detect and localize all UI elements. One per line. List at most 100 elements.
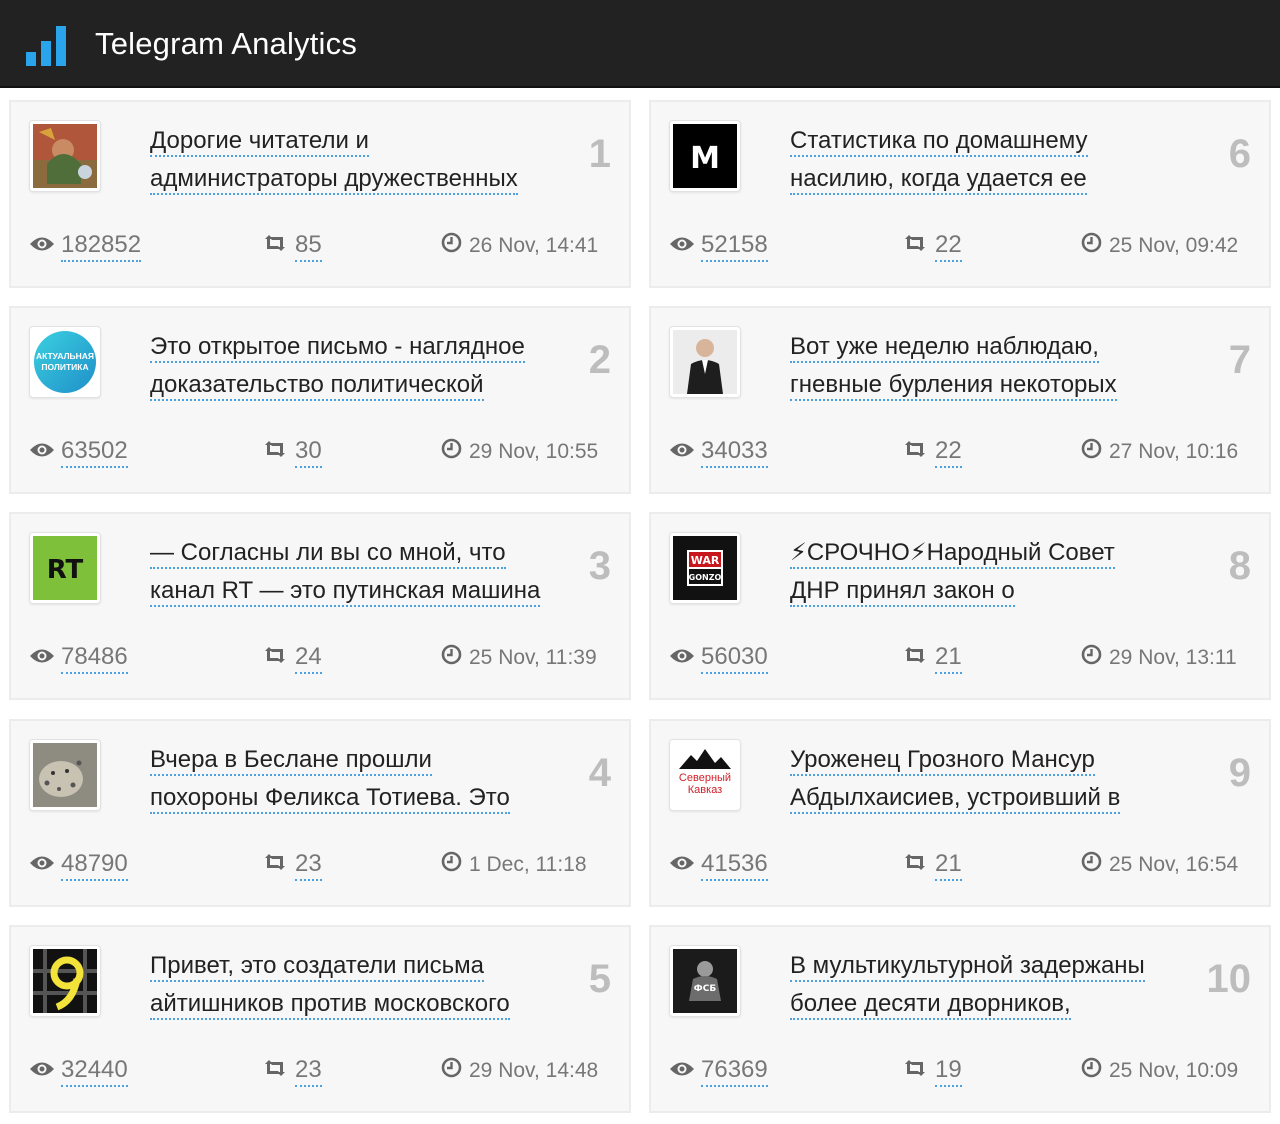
post-card[interactable]: Северный Кавказ Уроженец Грозного Мансур… xyxy=(649,719,1271,907)
shares-count[interactable]: 24 xyxy=(295,642,322,674)
post-title-link[interactable]: Дорогие читатели и администраторы дружес… xyxy=(150,122,570,197)
eye-icon xyxy=(29,1057,55,1085)
post-card[interactable]: RT — Согласны ли вы со мной, что канал R… xyxy=(9,512,631,700)
eye-icon xyxy=(669,1057,695,1085)
channel-avatar[interactable] xyxy=(29,120,101,192)
post-title-line-1[interactable]: Вчера в Беслане прошли xyxy=(150,746,432,776)
post-title-line-1[interactable]: Это открытое письмо - наглядное xyxy=(150,333,525,363)
post-title-line-2[interactable]: ДНР принял закон о xyxy=(790,576,1015,607)
post-title-link[interactable]: Вот уже неделю наблюдаю, гневные бурлени… xyxy=(790,328,1210,403)
post-title-line-2[interactable]: насилию, когда удается ее xyxy=(790,164,1087,195)
post-card[interactable]: WAR GONZO ⚡СРОЧНО⚡Народный Совет ДНР при… xyxy=(649,512,1271,700)
post-card[interactable]: Вчера в Беслане прошли похороны Феликса … xyxy=(9,719,631,907)
shares-count[interactable]: 19 xyxy=(935,1055,962,1087)
channel-avatar[interactable] xyxy=(29,739,101,811)
shares-count[interactable]: 30 xyxy=(295,436,322,468)
shares-count[interactable]: 85 xyxy=(295,230,322,262)
shares-stat: 22 xyxy=(901,436,962,468)
post-title-line-1[interactable]: Вот уже неделю наблюдаю, xyxy=(790,333,1099,363)
channel-avatar[interactable]: RT xyxy=(29,532,101,604)
aktualnaya-politika-logo-icon: АКТУАЛЬНАЯ ПОЛИТИКА xyxy=(33,330,97,394)
time-stat: 26 Nov, 14:41 xyxy=(441,232,598,259)
channel-avatar[interactable]: M xyxy=(669,120,741,192)
post-card[interactable]: ФСБ В мультикультурной задержаны более д… xyxy=(649,925,1271,1113)
views-count[interactable]: 182852 xyxy=(61,230,142,262)
post-title-line-2[interactable]: администраторы дружественных xyxy=(150,164,518,195)
post-title-line-2[interactable]: доказательство политической xyxy=(150,370,484,401)
shares-count[interactable]: 21 xyxy=(935,642,962,674)
shares-count[interactable]: 23 xyxy=(295,849,322,881)
shares-stat: 24 xyxy=(261,642,322,674)
shares-stat: 23 xyxy=(261,1055,322,1087)
post-title-link[interactable]: — Согласны ли вы со мной, что канал RT —… xyxy=(150,534,570,609)
views-count[interactable]: 52158 xyxy=(701,230,768,262)
views-count[interactable]: 56030 xyxy=(701,642,768,674)
post-title-line-1[interactable]: Статистика по домашнему xyxy=(790,127,1088,157)
post-card[interactable]: АКТУАЛЬНАЯ ПОЛИТИКА Это открытое письмо … xyxy=(9,306,631,494)
eye-icon xyxy=(29,232,55,260)
shares-count[interactable]: 23 xyxy=(295,1055,322,1087)
post-title-link[interactable]: В мультикультурной задержаны более десят… xyxy=(790,947,1210,1022)
clock-icon xyxy=(441,232,462,259)
posts-grid: Дорогие читатели и администраторы дружес… xyxy=(0,88,1280,1124)
views-count[interactable]: 32440 xyxy=(61,1055,128,1087)
person-photo-avatar-icon xyxy=(673,330,737,394)
shares-stat: 30 xyxy=(261,436,322,468)
views-stat: 76369 xyxy=(669,1055,768,1087)
post-title-line-1[interactable]: Уроженец Грозного Мансур xyxy=(790,746,1095,776)
post-title-line-2[interactable]: похороны Феликса Тотиева. Это xyxy=(150,783,510,814)
views-count[interactable]: 63502 xyxy=(61,436,128,468)
post-title-line-1[interactable]: Дорогие читатели и xyxy=(150,127,369,157)
views-count[interactable]: 34033 xyxy=(701,436,768,468)
time-stat: 29 Nov, 14:48 xyxy=(441,1057,598,1084)
post-title-line-2[interactable]: канал RT — это путинская машина xyxy=(150,576,541,607)
post-timestamp: 29 Nov, 14:48 xyxy=(469,1058,599,1082)
post-stats: 56030 21 29 Nov, 13:11 xyxy=(669,642,1249,678)
post-title-line-2[interactable]: Абдылхаисиев, устроивший в xyxy=(790,783,1121,814)
post-card[interactable]: M Статистика по домашнему насилию, когда… xyxy=(649,100,1271,288)
views-stat: 63502 xyxy=(29,436,128,468)
post-title-line-1[interactable]: Привет, это создатели письма xyxy=(150,952,484,982)
svg-text:Северный: Северный xyxy=(679,772,731,784)
views-count[interactable]: 41536 xyxy=(701,849,768,881)
post-title-line-1[interactable]: В мультикультурной задержаны xyxy=(790,952,1145,982)
views-stat: 78486 xyxy=(29,642,128,674)
rank-number: 2 xyxy=(588,338,611,382)
post-stats: 182852 85 26 Nov, 14:41 xyxy=(29,230,609,266)
channel-avatar[interactable] xyxy=(669,326,741,398)
bar-chart-logo-icon[interactable] xyxy=(26,24,70,68)
shares-count[interactable]: 22 xyxy=(935,230,962,262)
post-title-line-2[interactable]: айтишников против московского xyxy=(150,989,510,1020)
channel-avatar[interactable]: Северный Кавказ xyxy=(669,739,741,811)
shares-count[interactable]: 21 xyxy=(935,849,962,881)
channel-avatar[interactable] xyxy=(29,945,101,1017)
post-timestamp: 27 Nov, 10:16 xyxy=(1109,439,1239,463)
retweet-icon xyxy=(261,438,289,466)
post-card[interactable]: Привет, это создатели письма айтишников … xyxy=(9,925,631,1113)
views-count[interactable]: 78486 xyxy=(61,642,128,674)
post-timestamp: 26 Nov, 14:41 xyxy=(469,233,599,257)
channel-avatar[interactable]: ФСБ xyxy=(669,945,741,1017)
views-count[interactable]: 76369 xyxy=(701,1055,768,1087)
channel-avatar[interactable]: WAR GONZO xyxy=(669,532,741,604)
post-title-line-1[interactable]: — Согласны ли вы со мной, что xyxy=(150,539,506,569)
shares-count[interactable]: 22 xyxy=(935,436,962,468)
svg-text:M: M xyxy=(690,141,720,176)
post-title-link[interactable]: ⚡СРОЧНО⚡Народный Совет ДНР принял закон … xyxy=(790,534,1210,609)
channel-avatar[interactable]: АКТУАЛЬНАЯ ПОЛИТИКА xyxy=(29,326,101,398)
retweet-icon xyxy=(261,232,289,260)
post-title-link[interactable]: Вчера в Беслане прошли похороны Феликса … xyxy=(150,741,570,816)
post-card[interactable]: Вот уже неделю наблюдаю, гневные бурлени… xyxy=(649,306,1271,494)
post-title-link[interactable]: Уроженец Грозного Мансур Абдылхаисиев, у… xyxy=(790,741,1210,816)
post-title-link[interactable]: Это открытое письмо - наглядное доказате… xyxy=(150,328,570,403)
post-title-line-2[interactable]: гневные бурления некоторых xyxy=(790,370,1117,401)
post-title-link[interactable]: Статистика по домашнему насилию, когда у… xyxy=(790,122,1210,197)
war-gonzo-logo-icon: WAR GONZO xyxy=(673,536,737,600)
eye-icon xyxy=(29,851,55,879)
rank-number: 7 xyxy=(1228,338,1251,382)
post-title-line-1[interactable]: ⚡СРОЧНО⚡Народный Совет xyxy=(790,539,1115,569)
views-count[interactable]: 48790 xyxy=(61,849,128,881)
post-title-line-2[interactable]: более десяти дворников, xyxy=(790,989,1071,1020)
post-card[interactable]: Дорогие читатели и администраторы дружес… xyxy=(9,100,631,288)
post-title-link[interactable]: Привет, это создатели письма айтишников … xyxy=(150,947,570,1022)
